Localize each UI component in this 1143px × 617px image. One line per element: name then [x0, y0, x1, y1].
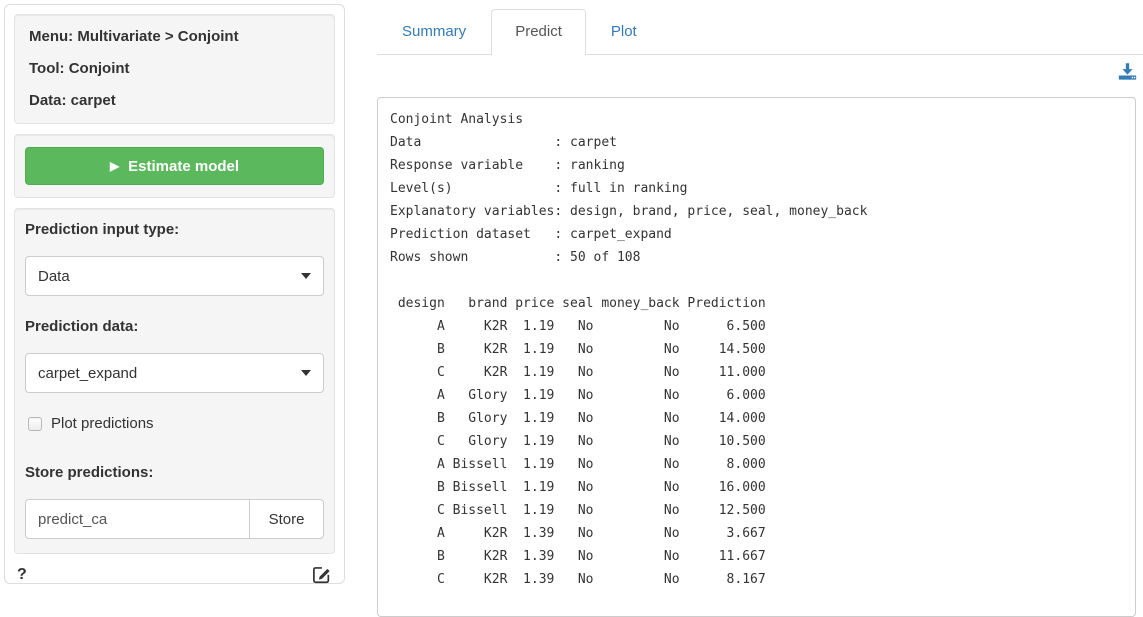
- plot-predictions-row: Plot predictions: [25, 415, 324, 432]
- download-button[interactable]: [1118, 62, 1137, 81]
- prediction-input-type-select[interactable]: Data: [25, 256, 324, 296]
- download-icon: [1118, 68, 1137, 85]
- caret-down-icon: [301, 370, 311, 376]
- estimate-model-button[interactable]: ▶ Estimate model: [25, 147, 324, 185]
- tab-summary[interactable]: Summary: [383, 9, 485, 54]
- sidebar-footer: ?: [14, 564, 335, 585]
- prediction-form-well: Prediction input type: Data Prediction d…: [14, 208, 335, 554]
- store-predictions-group: Store: [25, 499, 324, 539]
- estimate-model-label: Estimate model: [128, 158, 239, 175]
- dataset-name: Data: carpet: [29, 92, 320, 110]
- tool-name: Tool: Conjoint: [29, 60, 320, 78]
- edit-icon: [311, 573, 332, 588]
- prediction-data-select[interactable]: carpet_expand: [25, 353, 324, 393]
- model-info-well: Menu: Multivariate > Conjoint Tool: Conj…: [14, 14, 335, 124]
- tab-plot[interactable]: Plot: [592, 9, 656, 54]
- menu-breadcrumb: Menu: Multivariate > Conjoint: [29, 28, 320, 46]
- edit-report-button[interactable]: [311, 564, 332, 585]
- prediction-input-type-value: Data: [38, 268, 70, 285]
- estimate-well: ▶ Estimate model: [14, 134, 335, 198]
- prediction-input-type-label: Prediction input type:: [25, 221, 324, 238]
- prediction-data-value: carpet_expand: [38, 365, 137, 382]
- result-tabs: Summary Predict Plot: [377, 9, 1143, 55]
- tab-predict[interactable]: Predict: [491, 9, 586, 55]
- plot-predictions-label[interactable]: Plot predictions: [51, 415, 154, 432]
- store-predictions-input[interactable]: [25, 499, 250, 539]
- conjoint-output-text: Conjoint Analysis Data : carpet Response…: [390, 108, 1123, 591]
- prediction-output-panel: Conjoint Analysis Data : carpet Response…: [377, 97, 1136, 617]
- prediction-data-label: Prediction data:: [25, 318, 324, 335]
- store-button[interactable]: Store: [249, 499, 324, 539]
- store-predictions-label: Store predictions:: [25, 464, 324, 481]
- sidebar-panel: Menu: Multivariate > Conjoint Tool: Conj…: [4, 4, 345, 584]
- help-icon[interactable]: ?: [17, 566, 27, 584]
- plot-predictions-checkbox[interactable]: [28, 417, 42, 431]
- play-icon: ▶: [110, 159, 119, 173]
- caret-down-icon: [301, 273, 311, 279]
